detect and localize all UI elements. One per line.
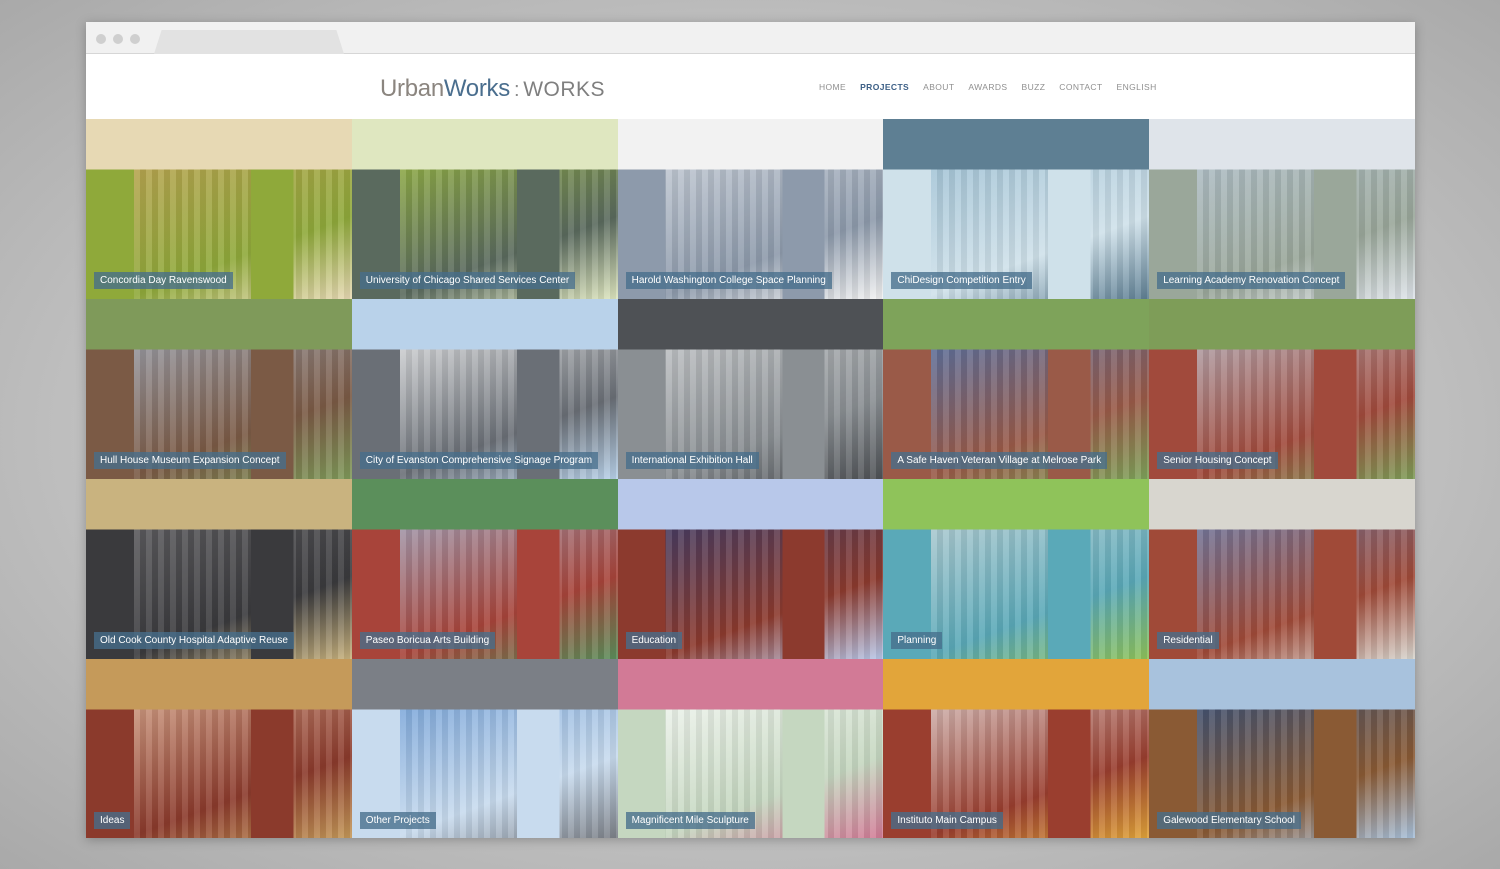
project-tile[interactable]: ChiDesign Competition Entry: [883, 119, 1150, 299]
project-caption: City of Evanston Comprehensive Signage P…: [359, 452, 599, 469]
project-tile[interactable]: Concordia Day Ravenswood: [86, 119, 352, 299]
site-logo[interactable]: UrbanWorks: WORKS: [380, 75, 605, 103]
project-caption: Hull House Museum Expansion Concept: [94, 452, 286, 469]
project-tile[interactable]: Residential: [1149, 479, 1415, 659]
project-tile[interactable]: Instituto Main Campus: [883, 659, 1150, 838]
project-caption: Planning: [891, 632, 943, 649]
nav-contact[interactable]: CONTACT: [1059, 82, 1102, 92]
project-caption: Galewood Elementary School: [1157, 812, 1301, 829]
project-tile[interactable]: Planning: [883, 479, 1150, 659]
project-tile[interactable]: Magnificent Mile Sculpture: [617, 659, 884, 838]
logo-urban: Urban: [380, 75, 444, 102]
site-header: UrbanWorks: WORKS HOME PROJECTS ABOUT AWA…: [86, 54, 1415, 119]
project-tile[interactable]: Harold Washington College Space Planning: [617, 119, 884, 299]
logo-subtitle: WORKS: [523, 78, 606, 101]
logo-separator: :: [513, 79, 520, 101]
main-nav: HOME PROJECTS ABOUT AWARDS BUZZ CONTACT …: [819, 82, 1157, 92]
logo-works: Works: [443, 75, 510, 102]
project-caption: Old Cook County Hospital Adaptive Reuse: [94, 632, 294, 649]
project-tile[interactable]: University of Chicago Shared Services Ce…: [351, 119, 618, 299]
nav-about[interactable]: ABOUT: [923, 82, 954, 92]
project-caption: Residential: [1157, 632, 1219, 649]
project-tile[interactable]: Old Cook County Hospital Adaptive Reuse: [86, 479, 352, 659]
project-caption: Harold Washington College Space Planning: [625, 272, 832, 289]
project-caption: Other Projects: [359, 812, 436, 829]
browser-chrome: [86, 22, 1415, 54]
nav-buzz[interactable]: BUZZ: [1022, 82, 1046, 92]
project-tile[interactable]: International Exhibition Hall: [617, 299, 884, 479]
nav-home[interactable]: HOME: [819, 82, 846, 92]
project-tile[interactable]: Learning Academy Renovation Concept: [1149, 119, 1415, 299]
project-tile[interactable]: Ideas: [86, 659, 352, 838]
project-caption: Senior Housing Concept: [1157, 452, 1278, 469]
project-tile[interactable]: City of Evanston Comprehensive Signage P…: [351, 299, 618, 479]
project-tile[interactable]: Education: [617, 479, 884, 659]
nav-awards[interactable]: AWARDS: [968, 82, 1007, 92]
project-tile[interactable]: A Safe Haven Veteran Village at Melrose …: [883, 299, 1150, 479]
project-caption: Instituto Main Campus: [891, 812, 1003, 829]
project-caption: University of Chicago Shared Services Ce…: [359, 272, 576, 289]
nav-projects[interactable]: PROJECTS: [860, 82, 909, 92]
window-minimize-icon[interactable]: [113, 34, 123, 44]
project-caption: ChiDesign Competition Entry: [891, 272, 1032, 289]
project-caption: Education: [625, 632, 683, 649]
project-caption: Concordia Day Ravenswood: [94, 272, 233, 289]
project-caption: International Exhibition Hall: [625, 452, 759, 469]
project-tile[interactable]: Galewood Elementary School: [1149, 659, 1415, 838]
project-tile[interactable]: Hull House Museum Expansion Concept: [86, 299, 352, 479]
project-caption: Learning Academy Renovation Concept: [1157, 272, 1346, 289]
project-caption: Magnificent Mile Sculpture: [625, 812, 755, 829]
project-caption: A Safe Haven Veteran Village at Melrose …: [891, 452, 1108, 469]
project-tile[interactable]: Paseo Boricua Arts Building: [351, 479, 618, 659]
project-grid: Concordia Day Ravenswood University of C…: [86, 119, 1415, 838]
window-maximize-icon[interactable]: [130, 34, 140, 44]
window-close-icon[interactable]: [96, 34, 106, 44]
project-tile[interactable]: Senior Housing Concept: [1149, 299, 1415, 479]
project-tile[interactable]: Other Projects: [351, 659, 618, 838]
browser-window: UrbanWorks: WORKS HOME PROJECTS ABOUT AWA…: [86, 22, 1415, 838]
browser-tab[interactable]: [154, 30, 344, 54]
nav-english[interactable]: ENGLISH: [1117, 82, 1157, 92]
project-caption: Ideas: [94, 812, 131, 829]
project-caption: Paseo Boricua Arts Building: [359, 632, 496, 649]
